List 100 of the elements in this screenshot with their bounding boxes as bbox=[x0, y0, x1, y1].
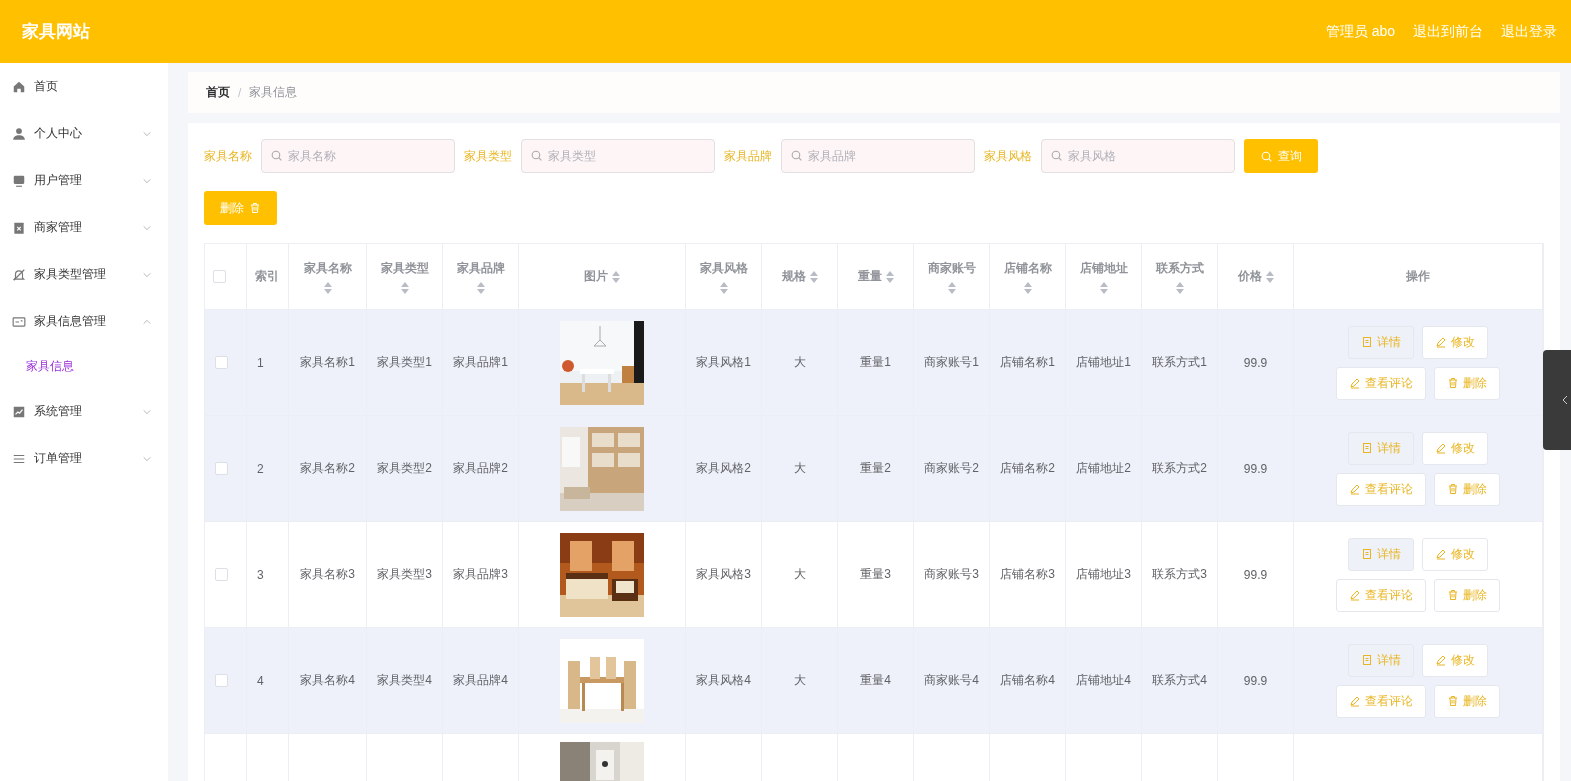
checkbox[interactable] bbox=[215, 356, 228, 369]
breadcrumb-separator: / bbox=[238, 85, 242, 100]
sidebar-item[interactable]: 个人中心 bbox=[0, 110, 168, 157]
home-icon bbox=[12, 79, 26, 94]
pencil-icon bbox=[1349, 589, 1361, 601]
filter-label: 家具风格 bbox=[984, 147, 1032, 165]
filter-label: 家具品牌 bbox=[724, 147, 772, 165]
column-header: 图片 bbox=[584, 268, 608, 285]
column-header: 店铺名称 bbox=[1003, 259, 1052, 277]
edit-button[interactable]: 修改 bbox=[1422, 431, 1488, 465]
sidebar-item[interactable]: 家具信息管理 bbox=[0, 298, 168, 345]
trash-icon bbox=[1447, 589, 1459, 601]
delete-button[interactable]: 删除 bbox=[1434, 578, 1500, 612]
monitor-icon bbox=[12, 173, 26, 188]
sort-icon[interactable] bbox=[885, 270, 894, 283]
breadcrumb-item[interactable]: 首页 bbox=[206, 84, 230, 101]
table-cell: 4 bbox=[257, 673, 264, 688]
trash-icon bbox=[249, 202, 261, 214]
search-field[interactable]: 家具名称 bbox=[261, 139, 455, 173]
pencil-icon bbox=[1435, 654, 1447, 666]
checkbox[interactable] bbox=[213, 270, 226, 283]
search-field[interactable]: 家具风格 bbox=[1041, 139, 1235, 173]
column-header: 规格 bbox=[781, 268, 806, 285]
column-header: 价格 bbox=[1237, 268, 1262, 285]
delete-button[interactable]: 删除 bbox=[204, 191, 277, 225]
table-cell: 店铺名称1 bbox=[1000, 354, 1055, 371]
table-cell: 大 bbox=[793, 354, 806, 371]
detail-button[interactable]: 详情 bbox=[1348, 537, 1414, 571]
column-header: 家具品牌 bbox=[456, 259, 505, 277]
comment-button[interactable]: 查看评论 bbox=[1336, 578, 1426, 612]
delete-button[interactable]: 删除 bbox=[1434, 472, 1500, 506]
table-row[interactable]: 3 家具名称3 家具类型3 家具品牌3 家具风格3 大 重量3 商家账号3 店铺名称3 店铺地址3 联系方式3 99.9 详情 修改 查看评论 删除 bbox=[205, 522, 1543, 628]
column-header: 重量 bbox=[857, 268, 882, 285]
table-cell: 家具品牌4 bbox=[453, 672, 508, 689]
comment-button[interactable]: 查看评论 bbox=[1336, 472, 1426, 506]
detail-button[interactable]: 详情 bbox=[1348, 431, 1414, 465]
table-cell: 店铺地址4 bbox=[1076, 672, 1131, 689]
detail-button[interactable]: 详情 bbox=[1348, 325, 1414, 359]
header-link[interactable]: 退出到前台 bbox=[1413, 22, 1483, 41]
table-cell: 99.9 bbox=[1243, 355, 1268, 370]
sort-icon[interactable] bbox=[719, 281, 728, 294]
column-header: 家具类型 bbox=[380, 259, 429, 277]
header-link[interactable]: 退出登录 bbox=[1501, 22, 1557, 41]
detail-button[interactable]: 详情 bbox=[1348, 643, 1414, 677]
table-cell: 重量3 bbox=[860, 566, 891, 583]
table-cell: 1 bbox=[257, 355, 264, 370]
table-row[interactable]: 2 家具名称2 家具类型2 家具品牌2 家具风格2 大 重量2 商家账号2 店铺名称2 店铺地址2 联系方式2 99.9 详情 修改 查看评论 删除 bbox=[205, 416, 1543, 522]
sidebar-item[interactable]: 家具类型管理 bbox=[0, 251, 168, 298]
sidebar-item[interactable]: 用户管理 bbox=[0, 157, 168, 204]
sort-icon[interactable] bbox=[476, 281, 485, 294]
table-cell: 店铺地址1 bbox=[1076, 354, 1131, 371]
table-cell: 联系方式4 bbox=[1152, 672, 1207, 689]
clipboard-icon bbox=[12, 220, 26, 235]
column-header: 家具名称 bbox=[303, 259, 352, 277]
sort-icon[interactable] bbox=[1099, 281, 1108, 294]
sort-icon[interactable] bbox=[612, 270, 620, 283]
sidebar-item[interactable]: 系统管理 bbox=[0, 388, 168, 435]
sort-icon[interactable] bbox=[1265, 270, 1274, 283]
table-cell: 商家账号3 bbox=[924, 566, 979, 583]
search-field[interactable]: 家具类型 bbox=[521, 139, 715, 173]
checkbox[interactable] bbox=[215, 674, 228, 687]
checkbox[interactable] bbox=[215, 568, 228, 581]
sort-icon[interactable] bbox=[400, 281, 409, 294]
sidebar-item[interactable]: 商家管理 bbox=[0, 204, 168, 251]
checkbox[interactable] bbox=[215, 462, 228, 475]
edit-button[interactable]: 修改 bbox=[1422, 643, 1488, 677]
table-cell: 家具类型2 bbox=[377, 460, 432, 477]
sort-icon[interactable] bbox=[1175, 281, 1184, 294]
user-icon bbox=[12, 126, 26, 141]
header-link[interactable]: 管理员 abo bbox=[1325, 22, 1395, 41]
table-cell: 店铺地址3 bbox=[1076, 566, 1131, 583]
document-icon bbox=[1361, 548, 1373, 560]
sort-icon[interactable] bbox=[323, 281, 332, 294]
sidebar-item[interactable]: 订单管理 bbox=[0, 435, 168, 482]
table-cell: 家具类型3 bbox=[377, 566, 432, 583]
sidebar-item[interactable]: 首页 bbox=[0, 63, 168, 110]
table-row[interactable]: 4 家具名称4 家具类型4 家具品牌4 家具风格4 大 重量4 商家账号4 店铺名称4 店铺地址4 联系方式4 99.9 详情 修改 查看评论 删除 bbox=[205, 628, 1543, 734]
table-row[interactable]: 1 家具名称1 家具类型1 家具品牌1 家具风格1 大 重量1 商家账号1 店铺名称1 店铺地址1 联系方式1 99.9 详情 修改 查看评论 删除 bbox=[205, 310, 1543, 416]
search-button[interactable]: 查询 bbox=[1244, 139, 1318, 173]
drawer-handle[interactable] bbox=[1543, 350, 1571, 450]
sort-icon[interactable] bbox=[947, 281, 956, 294]
table-cell: 家具品牌2 bbox=[453, 460, 508, 477]
table-cell: 99.9 bbox=[1243, 567, 1268, 582]
delete-button[interactable]: 删除 bbox=[1434, 684, 1500, 718]
comment-button[interactable]: 查看评论 bbox=[1336, 684, 1426, 718]
search-field[interactable]: 家具品牌 bbox=[781, 139, 975, 173]
edit-button[interactable]: 修改 bbox=[1422, 537, 1488, 571]
edit-button[interactable]: 修改 bbox=[1422, 325, 1488, 359]
table-cell: 店铺名称4 bbox=[1000, 672, 1055, 689]
comment-button[interactable]: 查看评论 bbox=[1336, 366, 1426, 400]
table-cell: 重量1 bbox=[860, 354, 891, 371]
trash-icon bbox=[1447, 377, 1459, 389]
column-header: 索引 bbox=[255, 268, 279, 285]
table-cell: 重量2 bbox=[860, 460, 891, 477]
table-cell: 商家账号1 bbox=[924, 354, 979, 371]
sort-icon[interactable] bbox=[809, 270, 818, 283]
document-icon bbox=[1361, 336, 1373, 348]
delete-button[interactable]: 删除 bbox=[1434, 366, 1500, 400]
sidebar-subitem[interactable]: 家具信息 bbox=[0, 345, 168, 388]
sort-icon[interactable] bbox=[1023, 281, 1032, 294]
